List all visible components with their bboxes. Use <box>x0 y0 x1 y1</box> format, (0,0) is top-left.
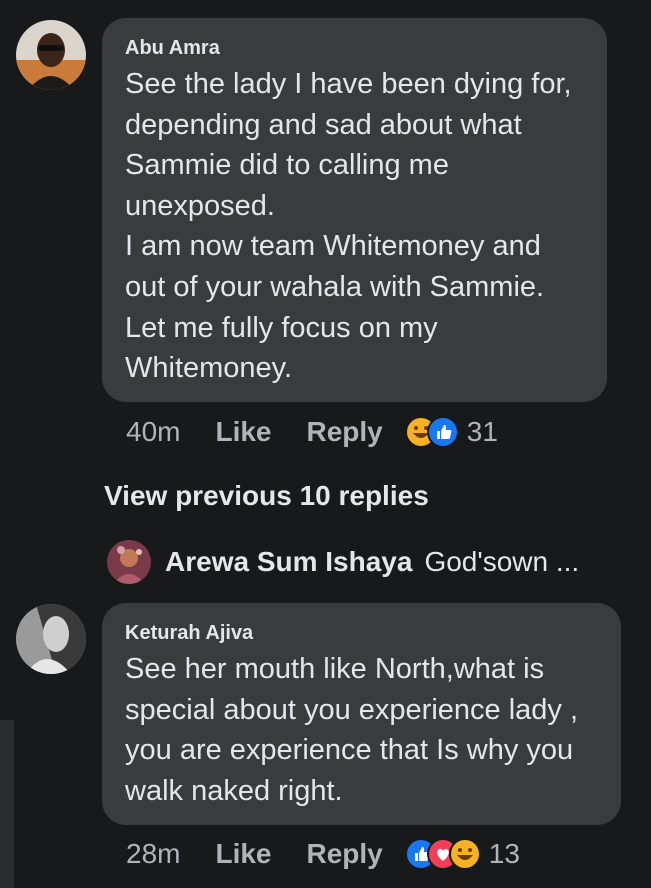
comment-text: See her mouth like North,what is special… <box>125 649 621 811</box>
comment-actions: 28m Like Reply 13 <box>126 838 520 870</box>
comment-actions: 40m Like Reply 31 <box>126 416 498 448</box>
comment-line: out of your wahala with Sammie. <box>125 270 545 303</box>
profile-photo-icon <box>16 604 86 674</box>
reply-preview[interactable]: Arewa Sum Ishaya God'sown ... <box>107 540 579 584</box>
reaction-count: 13 <box>488 838 520 869</box>
avatar-abu-amra[interactable] <box>16 20 86 90</box>
comment-line: walk naked right. <box>125 774 343 807</box>
comment-line: special about you experience lady , <box>125 693 579 726</box>
comment-line: Whitemoney. <box>125 352 293 385</box>
reply-snippet: God'sown ... <box>424 546 580 577</box>
like-button[interactable]: Like <box>215 838 271 870</box>
avatar-arewa-sum-ishaya[interactable] <box>107 540 151 584</box>
comment-line: you are experience that Is why you <box>125 734 574 767</box>
like-button[interactable]: Like <box>215 416 271 448</box>
comment-line: depending and sad about what <box>125 108 522 141</box>
comment-time[interactable]: 28m <box>126 838 180 870</box>
haha-icon <box>448 838 481 870</box>
reply-button[interactable]: Reply <box>307 416 383 448</box>
comment-line: Sammie did to calling me <box>125 149 449 182</box>
comment-bubble: Abu Amra See the lady I have been dying … <box>102 18 607 402</box>
profile-photo-icon <box>107 540 151 584</box>
thread-scroll-indicator <box>0 720 14 888</box>
comment-line: I am now team Whitemoney and <box>125 230 541 263</box>
reactions-summary[interactable]: 13 <box>404 838 520 870</box>
comment-author[interactable]: Abu Amra <box>125 36 607 60</box>
comment-line: See the lady I have been dying for, <box>125 68 572 100</box>
view-previous-replies-link[interactable]: View previous 10 replies <box>104 480 429 512</box>
comment-line: Let me fully focus on my <box>125 311 438 344</box>
comment-text: See the lady I have been dying for, depe… <box>125 64 607 389</box>
reaction-count: 31 <box>466 416 498 447</box>
avatar-keturah-ajiva[interactable] <box>16 604 86 674</box>
profile-photo-icon <box>16 20 86 90</box>
comment-line: See her mouth like North,what is <box>125 653 545 685</box>
comment-line: unexposed. <box>125 189 275 222</box>
reactions-summary[interactable]: 31 <box>404 416 498 448</box>
comment-time[interactable]: 40m <box>126 416 180 448</box>
reply-button[interactable]: Reply <box>307 838 383 870</box>
like-icon <box>426 416 459 448</box>
comment-author[interactable]: Keturah Ajiva <box>125 621 621 645</box>
reply-author[interactable]: Arewa Sum Ishaya <box>165 546 412 578</box>
comment-bubble: Keturah Ajiva See her mouth like North,w… <box>102 603 621 825</box>
